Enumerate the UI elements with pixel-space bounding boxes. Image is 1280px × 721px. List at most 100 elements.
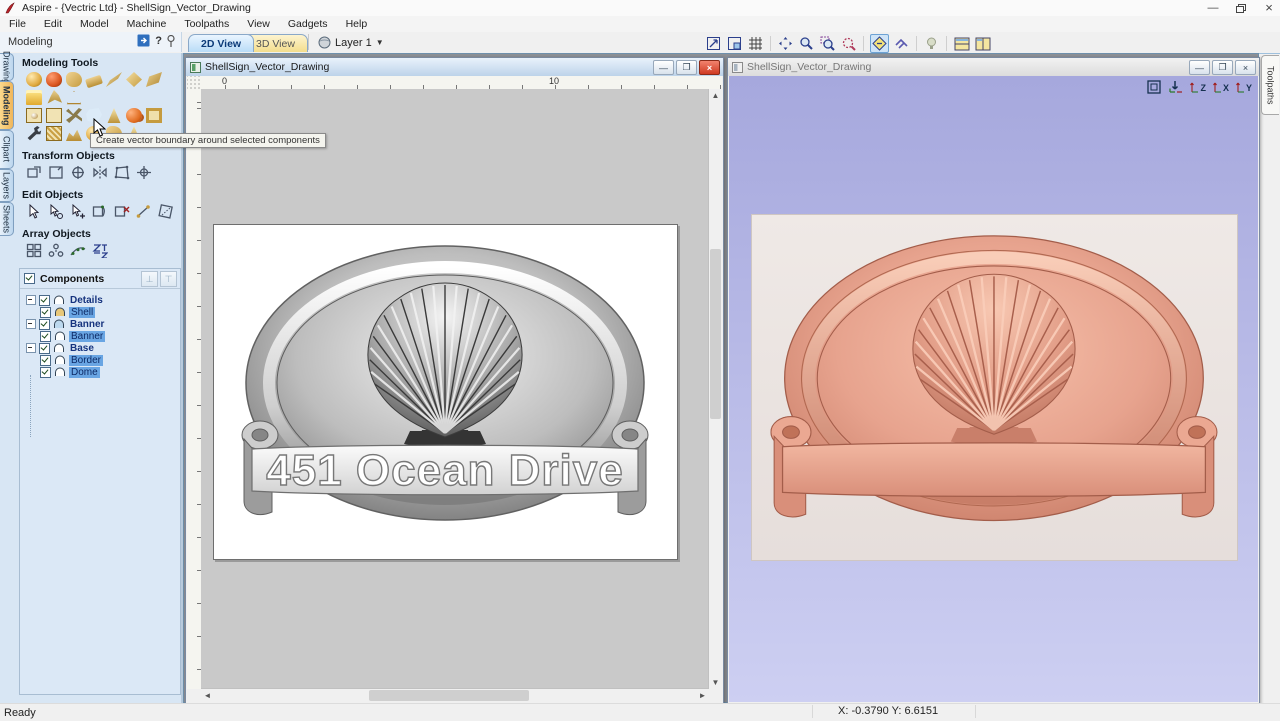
layer-selector[interactable]: Layer 1 ▼ bbox=[318, 34, 384, 51]
isometric-view-icon[interactable] bbox=[1147, 80, 1161, 94]
tree-item-border[interactable]: Border bbox=[40, 354, 180, 366]
checkbox[interactable] bbox=[39, 319, 50, 330]
hatch-relief-icon[interactable] bbox=[46, 126, 62, 141]
two-rail-sweep-icon[interactable] bbox=[126, 72, 142, 87]
side-tab-clipart[interactable]: Clipart bbox=[0, 130, 14, 169]
menu-toolpaths[interactable]: Toolpaths bbox=[175, 16, 238, 32]
repair-tool-icon[interactable] bbox=[26, 126, 42, 141]
tree-item-shell[interactable]: Shell bbox=[40, 306, 180, 318]
menu-help[interactable]: Help bbox=[337, 16, 377, 32]
rotate-object-icon[interactable] bbox=[70, 165, 86, 180]
tree-item-base[interactable]: Base bbox=[26, 342, 180, 354]
flatten-icon[interactable] bbox=[46, 108, 62, 123]
smooth-terrain-icon[interactable] bbox=[66, 126, 82, 141]
checkbox[interactable] bbox=[40, 355, 51, 366]
toggle-2d3d-icon[interactable] bbox=[870, 34, 889, 53]
pan-icon[interactable] bbox=[777, 35, 794, 52]
menu-file[interactable]: File bbox=[0, 16, 35, 32]
minimize-icon[interactable]: — bbox=[653, 60, 674, 75]
texture-icon[interactable] bbox=[46, 90, 62, 105]
window-3d-titlebar[interactable]: ShellSign_Vector_Drawing — ❐ × bbox=[728, 58, 1259, 76]
component-level-down-icon[interactable]: ⊤ bbox=[160, 271, 177, 287]
tree-item-banner-group[interactable]: Banner bbox=[26, 318, 180, 330]
tile-vertical-icon[interactable] bbox=[974, 35, 991, 52]
scroll-up-icon[interactable]: ▲ bbox=[709, 89, 722, 102]
tree-item-banner[interactable]: Banner bbox=[40, 330, 180, 342]
plan-view-icon[interactable] bbox=[1168, 80, 1183, 94]
scrollbar-vertical[interactable]: ▲ ▼ bbox=[708, 89, 722, 689]
cookie-cutter-icon[interactable] bbox=[106, 108, 122, 123]
checkbox[interactable] bbox=[39, 343, 50, 354]
canvas-2d[interactable]: 451 Ocean Drive bbox=[201, 89, 709, 689]
view-along-y-icon[interactable]: Y bbox=[1236, 81, 1252, 93]
scrollbar-thumb[interactable] bbox=[369, 690, 529, 701]
checkbox[interactable] bbox=[40, 331, 51, 342]
extrude-icon[interactable] bbox=[85, 74, 103, 88]
side-tab-layers[interactable]: Layers bbox=[0, 169, 14, 202]
array-copy-icon[interactable] bbox=[26, 243, 42, 258]
tree-item-details[interactable]: Details bbox=[26, 294, 180, 306]
tree-label[interactable]: Border bbox=[69, 355, 103, 366]
smooth-model-icon[interactable] bbox=[66, 72, 82, 87]
close-icon[interactable]: × bbox=[1235, 60, 1256, 75]
node-edit-icon[interactable] bbox=[92, 204, 108, 219]
minimize-icon[interactable]: — bbox=[1206, 2, 1220, 14]
side-tab-drawing[interactable]: Drawing bbox=[0, 53, 14, 81]
menu-machine[interactable]: Machine bbox=[118, 16, 176, 32]
side-tab-sheets[interactable]: Sheets bbox=[0, 202, 14, 236]
measure-icon[interactable] bbox=[136, 204, 152, 219]
component-level-up-icon[interactable]: ⊥ bbox=[141, 271, 158, 287]
tree-label[interactable]: Banner bbox=[69, 331, 105, 342]
minimize-icon[interactable]: — bbox=[1189, 60, 1210, 75]
menu-edit[interactable]: Edit bbox=[35, 16, 71, 32]
scrollbar-horizontal[interactable]: ◄ ► bbox=[201, 688, 709, 702]
emboss-icon[interactable] bbox=[26, 108, 42, 123]
circular-copy-icon[interactable] bbox=[48, 243, 64, 258]
menu-view[interactable]: View bbox=[238, 16, 279, 32]
zoom-interactive-icon[interactable] bbox=[798, 35, 815, 52]
window-2d-titlebar[interactable]: ShellSign_Vector_Drawing — ❐ × bbox=[186, 58, 723, 76]
fillet-icon[interactable] bbox=[158, 204, 174, 219]
create-shape-icon[interactable] bbox=[26, 72, 42, 87]
scrollbar-thumb[interactable] bbox=[710, 249, 721, 419]
tab-2d-view[interactable]: 2D View bbox=[188, 34, 254, 52]
tree-label[interactable]: Details bbox=[68, 295, 105, 306]
mirror-object-icon[interactable] bbox=[92, 165, 108, 180]
toolpaths-tab[interactable]: Toolpaths bbox=[1261, 55, 1279, 115]
zero-plane-icon[interactable] bbox=[146, 72, 162, 87]
drawing-page[interactable]: 451 Ocean Drive bbox=[213, 224, 678, 560]
zoom-selected-icon[interactable] bbox=[840, 35, 857, 52]
view-along-z-icon[interactable]: Z bbox=[1190, 81, 1206, 93]
tree-label[interactable]: Dome bbox=[69, 367, 100, 378]
snap-grid-icon[interactable] bbox=[747, 35, 764, 52]
tree-label[interactable]: Base bbox=[68, 343, 96, 354]
nesting-icon[interactable] bbox=[92, 243, 108, 258]
scroll-right-icon[interactable]: ► bbox=[696, 689, 709, 702]
lighting-icon[interactable] bbox=[923, 35, 940, 52]
menu-model[interactable]: Model bbox=[71, 16, 118, 32]
components-checkbox[interactable] bbox=[24, 273, 35, 284]
canvas-3d[interactable]: Z X Y bbox=[729, 76, 1258, 702]
panel-collapse-icon[interactable] bbox=[137, 34, 150, 47]
restore-icon[interactable] bbox=[1234, 2, 1248, 14]
restore-icon[interactable]: ❐ bbox=[1212, 60, 1233, 75]
collapse-icon[interactable] bbox=[26, 343, 36, 353]
checkbox[interactable] bbox=[40, 367, 51, 378]
component-folder-icon[interactable] bbox=[26, 90, 42, 105]
tree-label[interactable]: Shell bbox=[69, 307, 95, 318]
copy-along-curve-icon[interactable] bbox=[70, 243, 86, 258]
tree-item-dome[interactable]: Dome bbox=[40, 366, 180, 378]
wireframe-icon[interactable] bbox=[893, 35, 910, 52]
panel-help-icon[interactable]: ? bbox=[155, 35, 162, 47]
zoom-window-icon[interactable] bbox=[726, 35, 743, 52]
side-tab-modeling[interactable]: Modeling bbox=[0, 81, 14, 130]
checkbox[interactable] bbox=[39, 295, 50, 306]
merge-components-icon[interactable] bbox=[126, 108, 142, 123]
align-center-icon[interactable] bbox=[136, 165, 152, 180]
close-icon[interactable]: × bbox=[1262, 2, 1276, 14]
view-along-x-icon[interactable]: X bbox=[1213, 81, 1229, 93]
menu-gadgets[interactable]: Gadgets bbox=[279, 16, 337, 32]
select-move-icon[interactable] bbox=[48, 204, 64, 219]
sculpt-icon[interactable] bbox=[106, 72, 122, 87]
tile-horizontal-icon[interactable] bbox=[953, 35, 970, 52]
